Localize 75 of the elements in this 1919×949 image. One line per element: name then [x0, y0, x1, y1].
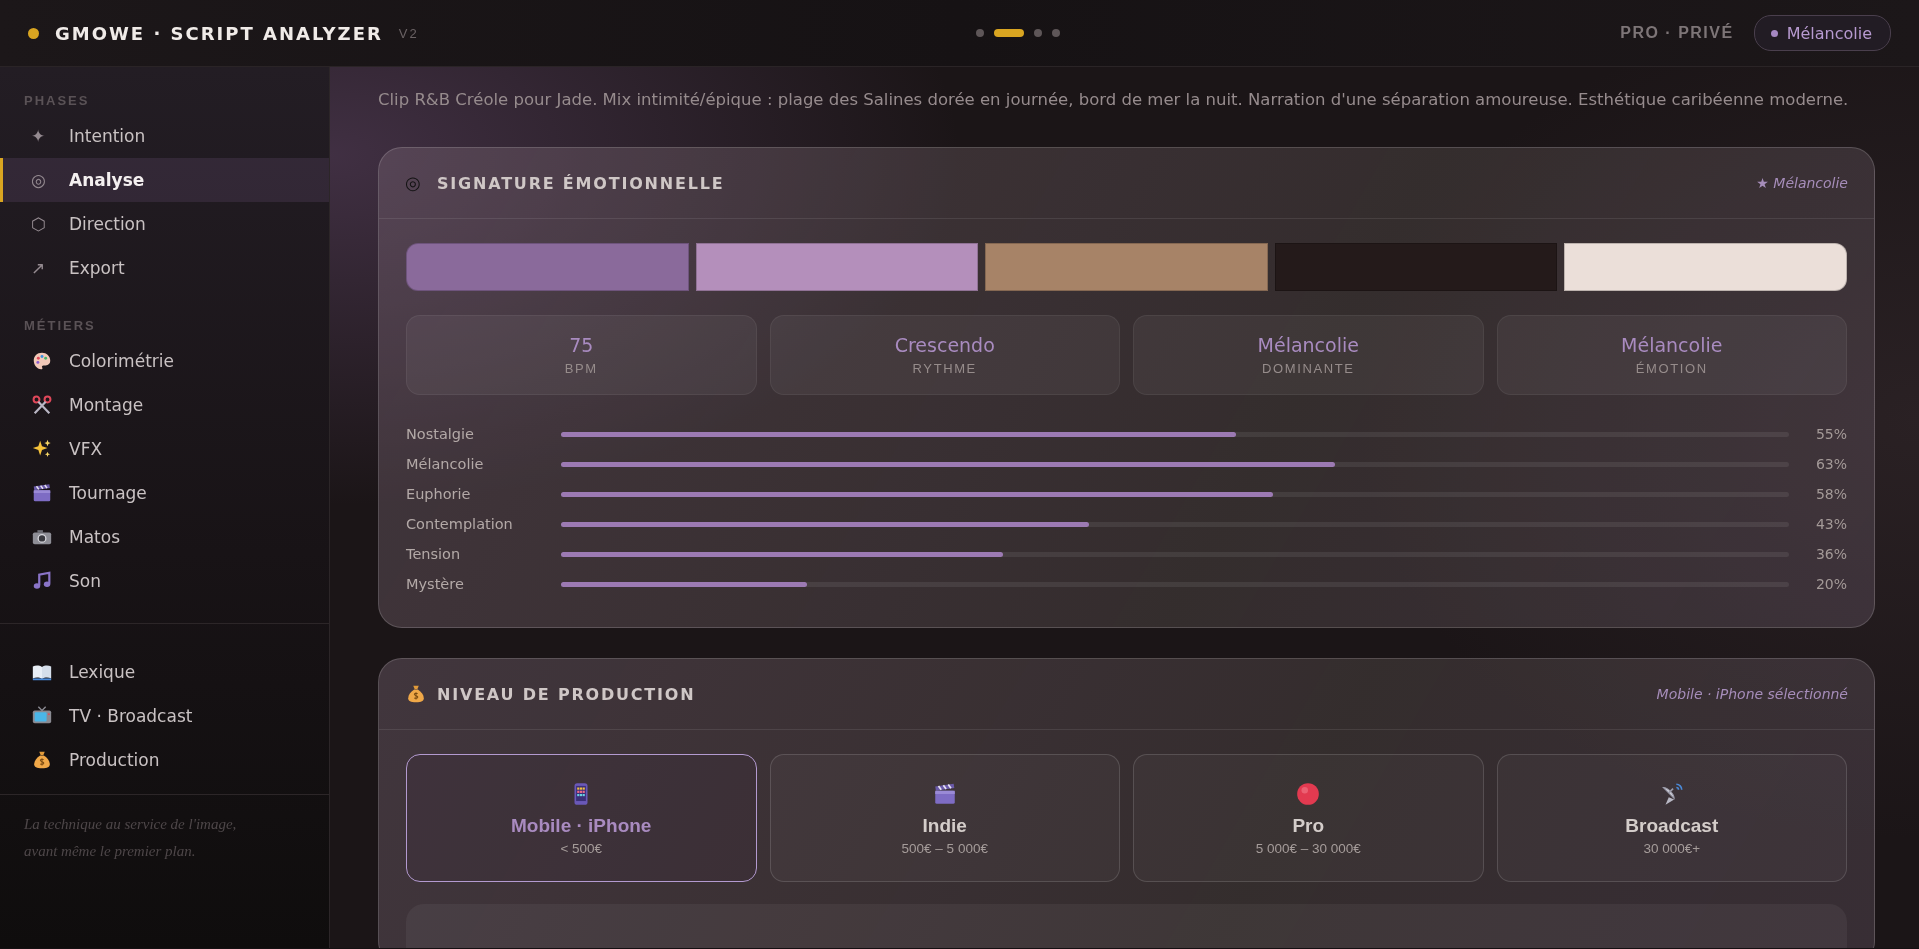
stat-value: Mélancolie	[1257, 334, 1359, 356]
tier-option[interactable]: Broadcast 30 000€+	[1496, 754, 1847, 882]
moneybag-icon	[405, 683, 427, 705]
tier-option[interactable]: Indie 500€ – 5 000€	[769, 754, 1120, 882]
tier-option[interactable]: Pro 5 000€ – 30 000€	[1133, 754, 1484, 882]
sidebar-tagline: La technique au service de l'image, avant même le premier plan.	[23, 815, 238, 861]
tier-price: < 500€	[560, 840, 603, 856]
status-dot	[28, 27, 39, 39]
emotion-percent: 43%	[1814, 516, 1847, 532]
sidebar-item[interactable]: ✦ Intention	[0, 114, 329, 158]
emotion-label: Euphorie	[406, 486, 472, 502]
mood-badge[interactable]: Mélancolie	[1753, 15, 1891, 51]
stat-value: Mélancolie	[1621, 334, 1723, 356]
step-indicator[interactable]	[976, 29, 984, 37]
tier-price: 30 000€+	[1643, 840, 1701, 856]
emotion-label: Tension	[406, 546, 462, 562]
sidebar-item[interactable]: Montage	[0, 383, 329, 427]
emotion-percent: 63%	[1814, 456, 1847, 472]
record-icon	[1295, 780, 1322, 807]
step-indicator[interactable]	[1052, 29, 1060, 37]
emotion-percent: 20%	[1814, 576, 1847, 592]
sidebar-item[interactable]: ◎ Analyse	[0, 158, 329, 202]
stat-value: 75	[569, 334, 594, 356]
emotion-percent: 58%	[1814, 486, 1847, 502]
emotion-label: Mélancolie	[406, 456, 485, 472]
sidebar-item[interactable]: VFX	[0, 427, 329, 471]
sidebar-item[interactable]: Production	[0, 738, 329, 782]
section-label: MÉTIERS	[23, 317, 97, 335]
card-title: SIGNATURE ÉMOTIONNELLE	[437, 173, 725, 193]
tier-name: Mobile · iPhone	[511, 814, 652, 837]
sidebar-item[interactable]: ⬡ Direction	[0, 202, 329, 246]
sidebar-item[interactable]: Lexique	[0, 650, 329, 694]
step-indicator[interactable]	[1034, 29, 1042, 37]
tier-name: Indie	[922, 814, 967, 837]
tier-option[interactable]: Mobile · iPhone < 500€	[406, 754, 757, 882]
emotion-label: Mystère	[406, 576, 465, 592]
section-label: PHASES	[23, 92, 91, 110]
card-icon: ◎	[405, 172, 437, 194]
palette-icon	[31, 350, 53, 372]
card-title: NIVEAU DE PRODUCTION	[437, 684, 696, 704]
card-note: ★ Mélancolie	[1756, 175, 1848, 191]
music-icon	[31, 570, 53, 592]
sidebar-item[interactable]: ↗ Export	[0, 246, 329, 290]
nav-icon: ⬡	[31, 214, 69, 234]
emotion-label: Contemplation	[406, 516, 514, 532]
emotion-label: Nostalgie	[406, 426, 476, 442]
sidebar-item[interactable]: Son	[0, 559, 329, 603]
tier-name: Broadcast	[1625, 814, 1719, 837]
sidebar-item[interactable]: Matos	[0, 515, 329, 559]
nav-icon: ✦	[31, 126, 69, 146]
tier-price: 5 000€ – 30 000€	[1255, 840, 1361, 856]
stat-label: RYTHME	[912, 361, 977, 376]
project-description: Clip R&B Créole pour Jade. Mix intimité/épique : plage des Salines dorée en journée, bord de mer la nuit. Narration d'une séparation amoureuse. Esthétique caribéenne moderne.	[378, 89, 1850, 111]
stat-value: Crescendo	[894, 334, 995, 356]
moneybag-icon	[31, 749, 53, 771]
version-label: V2	[398, 25, 419, 41]
clapper-icon	[31, 482, 53, 504]
card-note: Mobile · iPhone sélectionné	[1656, 686, 1848, 702]
step-indicator[interactable]	[994, 29, 1024, 37]
app-title: GMOWE · SCRIPT ANALYZER	[55, 22, 383, 44]
sparkles-icon	[31, 438, 53, 460]
nav-icon: ↗	[31, 258, 69, 278]
nav-icon: ◎	[31, 170, 69, 190]
plan-label: PRO · PRIVÉ	[1620, 24, 1734, 42]
emotion-percent: 55%	[1814, 426, 1847, 442]
tier-price: 500€ – 5 000€	[901, 840, 988, 856]
emotion-percent: 36%	[1814, 546, 1847, 562]
sidebar-item[interactable]: Tournage	[0, 471, 329, 515]
stat-label: BPM	[564, 361, 598, 376]
scissors-icon	[31, 394, 53, 416]
sidebar-item[interactable]: Colorimétrie	[0, 339, 329, 383]
sidebar-item[interactable]: TV · Broadcast	[0, 694, 329, 738]
tier-name: Pro	[1292, 814, 1325, 837]
stat-label: DOMINANTE	[1262, 361, 1355, 376]
stat-label: ÉMOTION	[1635, 361, 1708, 376]
